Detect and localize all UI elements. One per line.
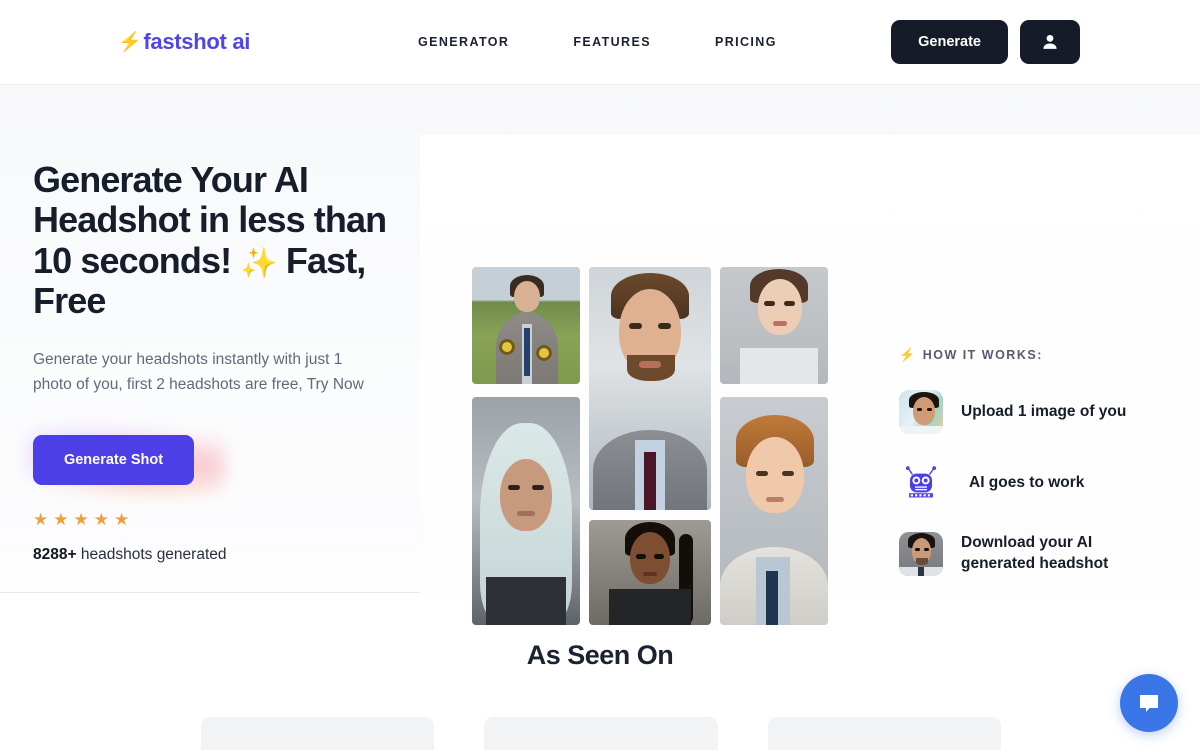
chat-widget-button[interactable] — [1120, 674, 1178, 732]
collage-photo-woman-braids[interactable] — [589, 520, 711, 625]
nav-item-pricing[interactable]: PRICING — [715, 35, 777, 49]
star-icon: ★ — [93, 510, 109, 530]
how-it-works-title: ⚡ HOW IT WORKS: — [899, 347, 1169, 363]
account-button[interactable] — [1020, 20, 1080, 64]
headshot-count-number: 8288+ — [33, 546, 77, 564]
headline-line-4: Free — [33, 279, 106, 321]
collage-column-left — [472, 267, 580, 625]
how-it-works-step-2: AI goes to work — [899, 461, 1169, 505]
star-icon: ★ — [73, 510, 89, 530]
user-avatar-icon — [1043, 34, 1057, 49]
collage-column-right — [720, 267, 828, 625]
headline-line-3a: 10 seconds! — [33, 239, 232, 281]
collage-photo-red-haired-man[interactable] — [720, 397, 828, 625]
generate-shot-button[interactable]: Generate Shot — [33, 435, 194, 486]
chat-bubble-icon — [1140, 695, 1158, 712]
subhead-line-1: Generate your headshots instantly with j… — [33, 351, 343, 369]
hero-subheading: Generate your headshots instantly with j… — [33, 347, 393, 397]
how-it-works-step-1-label: Upload 1 image of you — [961, 402, 1127, 420]
how-it-works-step-3: Download your AI generated headshot — [899, 532, 1169, 576]
headshot-count-text: headshots generated — [76, 546, 227, 564]
logo-placeholder-3[interactable] — [767, 717, 1001, 750]
as-seen-on-cards — [201, 717, 1001, 750]
cta-wrapper: Generate Shot — [27, 427, 233, 496]
site-header: ⚡ fastshot ai GENERATOR FEATURES PRICING… — [0, 0, 1200, 85]
social-proof-count: 8288+ headshots generated — [33, 546, 413, 564]
robot-icon — [899, 461, 943, 505]
how-it-works-step-1: Upload 1 image of you — [899, 390, 1169, 434]
step-3-line-1: Download your AI — [961, 534, 1093, 552]
how-it-works-label: HOW IT WORKS: — [922, 348, 1043, 362]
collage-column-middle — [589, 267, 711, 625]
headline-line-1: Generate Your AI — [33, 159, 309, 200]
how-it-works: ⚡ HOW IT WORKS: Upload 1 image of you AI… — [899, 347, 1169, 576]
how-it-works-step-3-label: Download your AI generated headshot — [961, 533, 1108, 574]
star-icon: ★ — [53, 510, 69, 530]
step-3-line-2: generated headshot — [961, 555, 1109, 572]
star-icon: ★ — [114, 510, 130, 530]
subhead-line-2: photo of you, first 2 headshots are free… — [33, 376, 364, 394]
logo-placeholder-2[interactable] — [484, 717, 718, 750]
headline-line-3b: Fast, — [285, 239, 366, 281]
nav-item-features[interactable]: FEATURES — [573, 35, 651, 49]
headshot-collage — [472, 267, 828, 625]
rating-stars: ★ ★ ★ ★ ★ — [33, 511, 413, 528]
landing-page: ⚡ fastshot ai GENERATOR FEATURES PRICING… — [0, 0, 1200, 750]
sparkles-icon: ✨ — [240, 246, 277, 280]
hero-section: Generate Your AI Headshot in less than 1… — [0, 85, 1200, 625]
lightning-bolt-icon: ⚡ — [899, 347, 917, 362]
collage-photo-man-sunflower-field[interactable] — [472, 267, 580, 384]
collage-photo-woman-hijab[interactable] — [472, 397, 580, 625]
brand-logo-text: fastshot ai — [143, 29, 251, 54]
hero-copy: Generate Your AI Headshot in less than 1… — [27, 159, 413, 564]
how-it-works-step-2-label: AI goes to work — [969, 473, 1085, 491]
lightning-bolt-icon: ⚡ — [118, 31, 142, 53]
logo-placeholder-1[interactable] — [201, 717, 435, 750]
star-icon: ★ — [33, 510, 49, 530]
collage-photo-asian-woman-blazer[interactable] — [720, 267, 828, 384]
generate-button[interactable]: Generate — [891, 20, 1008, 64]
collage-photo-bearded-man-suit[interactable] — [589, 267, 711, 510]
nav-item-generator[interactable]: GENERATOR — [418, 35, 509, 49]
page-title: Generate Your AI Headshot in less than 1… — [33, 159, 413, 321]
upload-photo-thumbnail-icon — [899, 390, 943, 434]
download-headshot-thumbnail-icon — [899, 532, 943, 576]
headline-line-2: Headshot in less than — [33, 199, 387, 241]
main-navigation: GENERATOR FEATURES PRICING — [418, 35, 777, 49]
brand-logo[interactable]: ⚡ fastshot ai — [118, 29, 250, 55]
as-seen-on-title: As Seen On — [526, 640, 674, 670]
header-actions: Generate — [891, 20, 1080, 64]
